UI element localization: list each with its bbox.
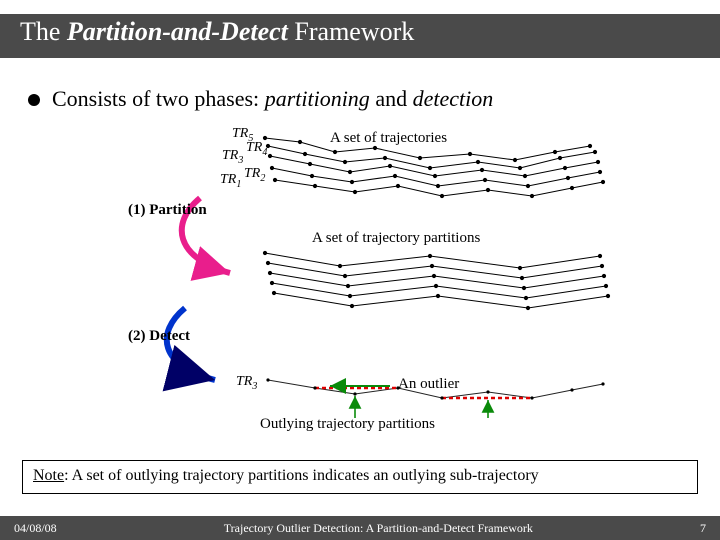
title-bar: The Partition-and-Detect Framework	[0, 0, 720, 58]
label-tr3a: TR3	[222, 148, 243, 166]
title-pre: The	[20, 17, 67, 46]
step-detect: (2) Detect	[128, 328, 190, 345]
ann-set-trajectories: A set of trajectories	[330, 130, 447, 147]
footer-date: 04/08/08	[14, 521, 57, 536]
footer-page: 7	[700, 521, 706, 536]
ann-set-partitions: A set of trajectory partitions	[312, 230, 480, 247]
label-tr1: TR1	[220, 172, 241, 190]
label-tr3b: TR3	[236, 374, 257, 392]
title-post: Framework	[288, 17, 414, 46]
diagram: TR5 TR4 TR3 TR2 TR1 A set of trajectorie…	[0, 118, 720, 458]
step-partition: (1) Partition	[128, 202, 207, 219]
note-head: Note	[33, 467, 64, 484]
ann-outlying-partitions: Outlying trajectory partitions	[260, 416, 435, 433]
footer: 04/08/08 Trajectory Outlier Detection: A…	[0, 516, 720, 540]
footer-title: Trajectory Outlier Detection: A Partitio…	[224, 521, 533, 536]
slide-title: The Partition-and-Detect Framework	[20, 17, 414, 47]
bullet-p2: detection	[413, 86, 494, 111]
bullet-text: Consists of two phases: partitioning and…	[52, 86, 493, 112]
label-tr2: TR2	[244, 166, 265, 184]
bullet-line: Consists of two phases: partitioning and…	[28, 86, 720, 112]
bullet-pre: Consists of two phases:	[52, 86, 265, 111]
label-tr4: TR4	[246, 140, 267, 158]
bullet-p1: partitioning	[265, 86, 370, 111]
note-body: : A set of outlying trajectory partition…	[64, 467, 539, 484]
note-box: Note: A set of outlying trajectory parti…	[22, 460, 698, 494]
diagram-svg	[0, 118, 720, 458]
title-bold: Partition-and-Detect	[67, 17, 288, 46]
bullet-icon	[28, 94, 40, 106]
ann-outlier: An outlier	[398, 376, 459, 393]
bullet-mid: and	[370, 86, 413, 111]
